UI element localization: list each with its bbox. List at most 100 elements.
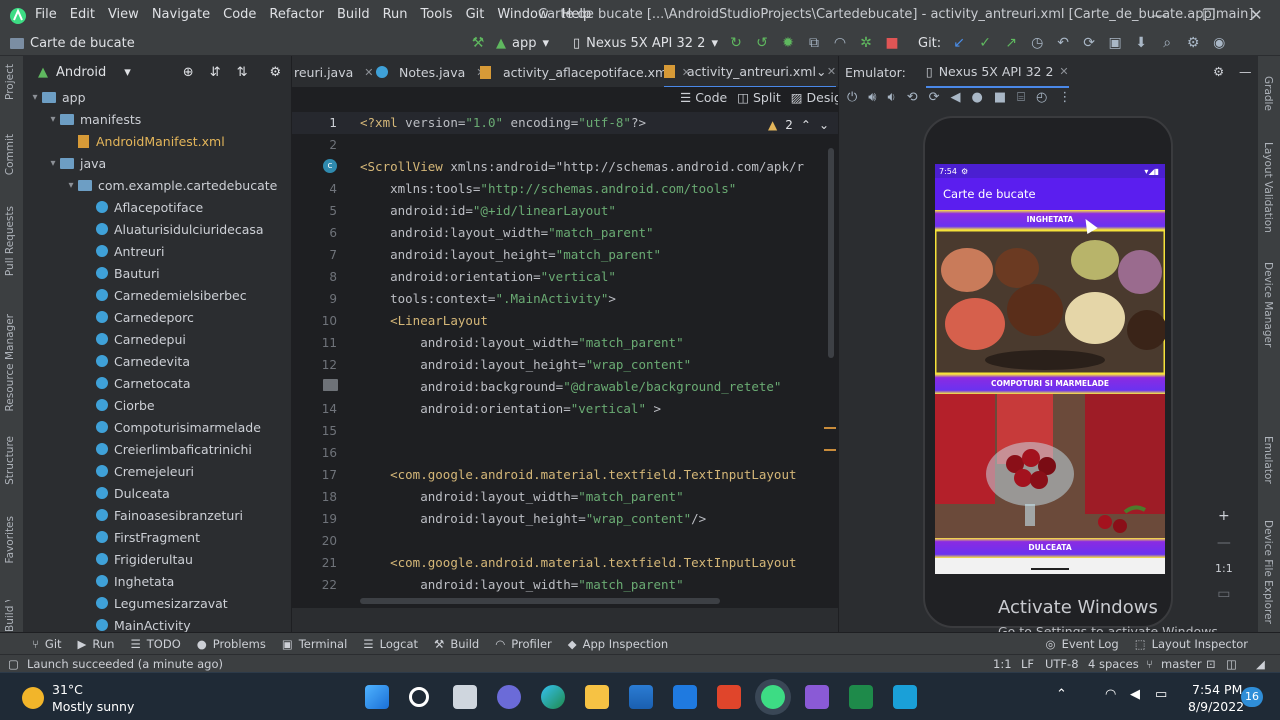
code-line[interactable]: android:orientation="vertical" > xyxy=(360,398,830,420)
tab-antreuri-java[interactable]: reuri.java ✕ xyxy=(294,56,373,87)
settings-icon[interactable]: ⚙ xyxy=(270,65,282,80)
tool-event-log[interactable]: ◎ Event Log xyxy=(1046,637,1119,651)
vertical-scrollbar[interactable] xyxy=(828,148,834,358)
app-icon[interactable] xyxy=(893,685,917,709)
code-line[interactable]: android:background="@drawable/background… xyxy=(360,376,830,398)
account-icon[interactable]: ◉ xyxy=(1211,35,1227,51)
chevron-down-icon[interactable]: ▾ xyxy=(64,180,78,191)
tool-app-inspection[interactable]: ◆ App Inspection xyxy=(568,637,668,651)
tab-emulator-device[interactable]: ▯ Nexus 5X API 32 2 ✕ xyxy=(925,56,1069,88)
breadcrumb[interactable]: Carte de bucate xyxy=(10,36,135,51)
snapshot-icon[interactable]: ◴ xyxy=(1036,90,1047,105)
profiler-icon[interactable]: ◠ xyxy=(832,35,848,51)
hide-icon[interactable]: — xyxy=(1239,64,1252,79)
code-line[interactable] xyxy=(360,134,830,156)
chevron-down-icon[interactable]: ▾ xyxy=(46,114,60,125)
minimize-icon[interactable]: — xyxy=(1152,6,1167,24)
chevron-up-icon[interactable]: ⌃ xyxy=(801,118,811,132)
volume-down-icon[interactable]: 🔉︎ xyxy=(888,90,896,105)
section-inghetata[interactable]: INGHETATA xyxy=(935,210,1165,230)
tree-item[interactable]: Legumesizarzavat xyxy=(24,592,292,614)
code-line[interactable] xyxy=(360,442,830,464)
store-icon[interactable] xyxy=(629,685,653,709)
zoom-out-icon[interactable]: — xyxy=(1217,535,1231,551)
device-manager-icon[interactable]: ▣ xyxy=(1107,35,1123,51)
code-mode-button[interactable]: ☰ Code xyxy=(680,90,727,105)
code-line[interactable]: android:layout_width="match_parent" xyxy=(360,486,830,508)
tree-item[interactable]: Frigiderultau xyxy=(24,548,292,570)
expand-all-icon[interactable]: ⇵ xyxy=(210,65,221,80)
inspection-widget[interactable]: ▲ 2 ⌃ ⌄ xyxy=(768,118,829,132)
indent-setting[interactable]: 4 spaces xyxy=(1088,657,1139,671)
tool-device-manager[interactable]: Device Manager xyxy=(1262,262,1274,347)
restore-icon[interactable]: ❐ xyxy=(1202,6,1215,24)
zoom-actual-size[interactable]: 1:1 xyxy=(1215,562,1233,575)
chevron-down-icon[interactable]: ▾ xyxy=(124,65,131,80)
git-branch[interactable]: master xyxy=(1161,657,1202,671)
file-explorer-icon[interactable] xyxy=(585,685,609,709)
tree-item[interactable]: FirstFragment xyxy=(24,526,292,548)
lock-icon[interactable]: ⊡ xyxy=(1206,657,1216,671)
project-view-select[interactable]: Android xyxy=(56,65,106,80)
apply-code-changes-icon[interactable]: ↺ xyxy=(754,35,770,51)
menu-item-build[interactable]: Build xyxy=(337,7,370,22)
tree-item[interactable]: Carnedemielsiberbec xyxy=(24,284,292,306)
code-line[interactable]: android:layout_width="match_parent" xyxy=(360,332,830,354)
tab-antreuri-xml[interactable]: activity_antreuri.xml ✕ xyxy=(664,56,837,87)
tree-item[interactable]: Carnetocata xyxy=(24,372,292,394)
chevron-down-icon[interactable]: ▾ xyxy=(46,158,60,169)
code-line[interactable]: <LinearLayout xyxy=(360,310,830,332)
phone-screen[interactable]: 7:54 ⚙ ▾◢▮ Carte de bucate INGHETATA COMPO… xyxy=(935,164,1165,574)
more-icon[interactable]: ⋮ xyxy=(1058,90,1071,105)
rotate-right-icon[interactable]: ⟳ xyxy=(929,90,940,105)
code-line[interactable] xyxy=(360,420,830,442)
code-line[interactable]: <?xml version="1.0" encoding="utf-8"?> xyxy=(360,112,830,134)
menu-item-edit[interactable]: Edit xyxy=(70,7,95,22)
memory-icon[interactable]: ◫ xyxy=(1226,657,1237,671)
tree-item[interactable]: Inghetata xyxy=(24,570,292,592)
tool-emulator[interactable]: Emulator xyxy=(1262,436,1274,484)
menu-item-run[interactable]: Run xyxy=(383,7,408,22)
tool-resource-manager[interactable]: Resource Manager xyxy=(4,314,16,412)
weather-icon[interactable] xyxy=(22,687,44,709)
cherries-image[interactable] xyxy=(935,394,1165,538)
code-line[interactable]: <ScrollView xmlns:android="http://schema… xyxy=(360,156,830,178)
tool-favorites[interactable]: Favorites xyxy=(4,516,16,563)
history-icon[interactable]: ◷ xyxy=(1029,35,1045,51)
home-icon[interactable]: ● xyxy=(972,90,983,105)
tool-terminal[interactable]: ▣ Terminal xyxy=(282,637,347,651)
search-icon[interactable] xyxy=(409,687,429,707)
weather-temp[interactable]: 31°C xyxy=(52,682,83,697)
tool-logcat[interactable]: ☰ Logcat xyxy=(363,637,418,651)
volume-icon[interactable]: ◀ xyxy=(1130,687,1140,702)
section-compoturi[interactable]: COMPOTURI SI MARMELADE xyxy=(935,374,1165,394)
chevron-down-icon[interactable]: ⌄ xyxy=(819,118,829,132)
tool-build-variants[interactable]: Build Variants xyxy=(4,600,16,632)
screenshot-icon[interactable]: ⌸ xyxy=(1017,90,1025,105)
weather-desc[interactable]: Mostly sunny xyxy=(52,699,134,714)
stop-icon[interactable]: ■ xyxy=(884,35,900,51)
tree-item[interactable]: Cremejeleuri xyxy=(24,460,292,482)
code-line[interactable]: <com.google.android.material.textfield.T… xyxy=(360,464,830,486)
tree-item[interactable]: Antreuri xyxy=(24,240,292,262)
chevron-down-icon[interactable]: ▾ xyxy=(28,92,42,103)
tree-item[interactable]: Dulceata xyxy=(24,482,292,504)
code-line[interactable]: xmlns:tools="http://schemas.android.com/… xyxy=(360,178,830,200)
rollback-icon[interactable]: ↶ xyxy=(1055,35,1071,51)
line-separator[interactable]: LF xyxy=(1021,657,1034,671)
chevron-down-icon[interactable]: ⌄ xyxy=(816,64,826,79)
chevron-up-icon[interactable]: ⌃ xyxy=(1056,687,1067,702)
start-icon[interactable] xyxy=(365,685,389,709)
excel-icon[interactable] xyxy=(849,685,873,709)
settings-icon[interactable]: ⚙ xyxy=(1185,35,1201,51)
rotate-left-icon[interactable]: ⟲ xyxy=(907,90,918,105)
tab-notes-java[interactable]: Notes.java✕ xyxy=(376,56,486,87)
menu-item-git[interactable]: Git xyxy=(466,7,485,22)
sdk-manager-icon[interactable]: ⬇ xyxy=(1133,35,1149,51)
close-icon[interactable]: ✕ xyxy=(1250,6,1263,24)
zoom-in-icon[interactable]: + xyxy=(1218,508,1230,524)
tree-item[interactable]: Creierlimbaficatrinichi xyxy=(24,438,292,460)
code-line[interactable]: android:id="@+id/linearLayout" xyxy=(360,200,830,222)
tool-device-file-explorer[interactable]: Device File Explorer xyxy=(1262,520,1274,624)
tree-item[interactable]: Aflacepotiface xyxy=(24,196,292,218)
